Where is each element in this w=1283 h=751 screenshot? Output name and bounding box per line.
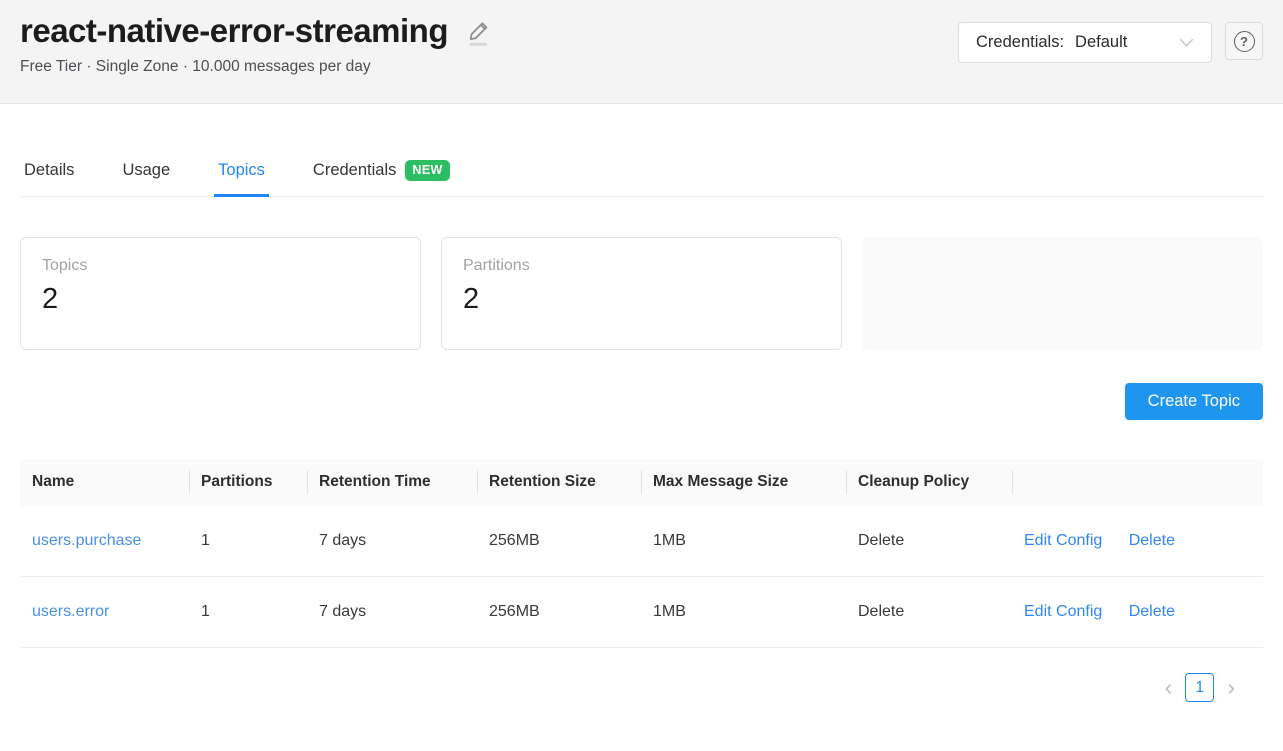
tab-usage-label: Usage [122, 161, 170, 180]
main-content: Details Usage Topics Credentials NEW Top… [0, 160, 1283, 702]
edit-config-link[interactable]: Edit Config [1024, 603, 1102, 620]
column-header-max-message-size: Max Message Size [641, 459, 846, 506]
cell-retention-size: 256MB [477, 577, 641, 648]
cell-cleanup-policy: Delete [846, 577, 1012, 648]
edit-config-link[interactable]: Edit Config [1024, 532, 1102, 549]
stat-label-partitions: Partitions [463, 257, 820, 275]
header-right: Credentials: Default ? [958, 10, 1263, 103]
stat-card-empty [862, 237, 1263, 350]
plan-subtitle: Free Tier · Single Zone · 10.000 message… [20, 58, 493, 76]
tab-details[interactable]: Details [20, 160, 78, 196]
pagination: ‹ 1 › [20, 673, 1263, 702]
next-page-icon[interactable]: › [1225, 676, 1237, 699]
help-button[interactable]: ? [1225, 22, 1263, 60]
cell-max-message-size: 1MB [641, 506, 846, 577]
new-badge: NEW [405, 160, 449, 181]
column-header-retention-time: Retention Time [307, 459, 477, 506]
column-header-partitions: Partitions [189, 459, 307, 506]
delete-topic-link[interactable]: Delete [1129, 532, 1175, 549]
topic-name-link[interactable]: users.purchase [32, 532, 141, 549]
stat-card-partitions: Partitions 2 [441, 237, 842, 350]
tab-details-label: Details [24, 161, 74, 180]
stat-label-topics: Topics [42, 257, 399, 275]
column-header-retention-size: Retention Size [477, 459, 641, 506]
edit-title-icon[interactable] [466, 18, 493, 47]
prev-page-icon[interactable]: ‹ [1163, 676, 1175, 699]
table-header-row: Name Partitions Retention Time Retention… [20, 459, 1263, 506]
stat-value-topics: 2 [42, 283, 399, 316]
column-header-name: Name [20, 459, 189, 506]
tab-credentials[interactable]: Credentials NEW [309, 160, 454, 196]
cell-retention-time: 7 days [307, 506, 477, 577]
topic-name-link[interactable]: users.error [32, 603, 109, 620]
cell-max-message-size: 1MB [641, 577, 846, 648]
table-row: users.purchase 1 7 days 256MB 1MB Delete… [20, 506, 1263, 577]
current-page[interactable]: 1 [1185, 673, 1214, 702]
tab-topics[interactable]: Topics [214, 160, 269, 197]
tab-bar: Details Usage Topics Credentials NEW [20, 160, 1263, 197]
cell-retention-size: 256MB [477, 506, 641, 577]
tab-usage[interactable]: Usage [118, 160, 174, 196]
cell-cleanup-policy: Delete [846, 506, 1012, 577]
column-header-cleanup-policy: Cleanup Policy [846, 459, 1012, 506]
delete-topic-link[interactable]: Delete [1129, 603, 1175, 620]
credentials-label: Credentials: [976, 33, 1064, 52]
column-header-actions [1012, 459, 1263, 506]
credentials-selected-value: Default [1075, 33, 1127, 52]
credentials-dropdown[interactable]: Credentials: Default [958, 22, 1212, 63]
question-icon: ? [1234, 31, 1255, 52]
tab-topics-label: Topics [218, 161, 265, 180]
page-title: react-native-error-streaming [20, 10, 448, 51]
pencil-icon [466, 18, 493, 47]
header-left: react-native-error-streaming Free Tier ·… [20, 10, 493, 103]
stat-card-topics: Topics 2 [20, 237, 421, 350]
cell-partitions: 1 [189, 577, 307, 648]
stats-cards: Topics 2 Partitions 2 [20, 237, 1263, 350]
cell-partitions: 1 [189, 506, 307, 577]
tab-credentials-label: Credentials [313, 161, 396, 180]
cell-retention-time: 7 days [307, 577, 477, 648]
stat-value-partitions: 2 [463, 283, 820, 316]
chevron-down-icon [1179, 38, 1194, 48]
actions-row: Create Topic [20, 383, 1263, 420]
table-row: users.error 1 7 days 256MB 1MB Delete Ed… [20, 577, 1263, 648]
app-header: react-native-error-streaming Free Tier ·… [0, 0, 1283, 104]
create-topic-button[interactable]: Create Topic [1125, 383, 1263, 420]
topics-table: Name Partitions Retention Time Retention… [20, 459, 1263, 649]
